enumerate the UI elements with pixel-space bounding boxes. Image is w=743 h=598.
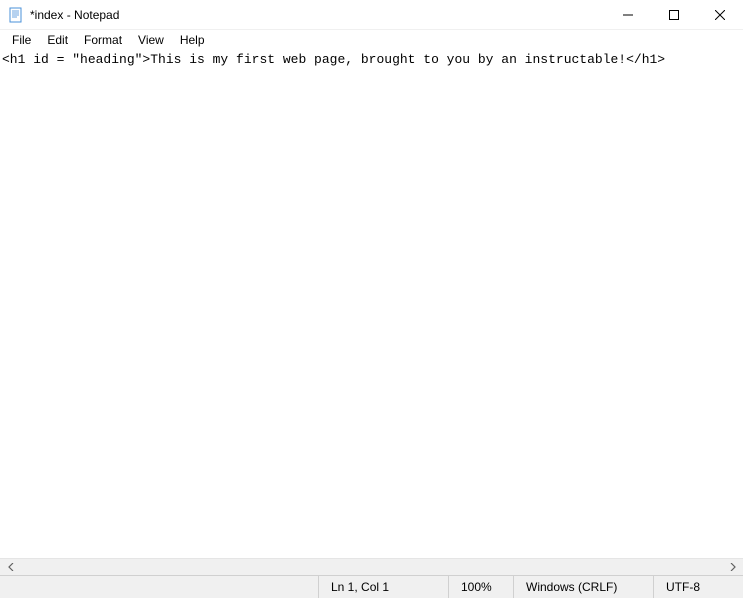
notepad-icon <box>8 7 24 23</box>
window-title: *index - Notepad <box>30 8 605 22</box>
menubar: File Edit Format View Help <box>0 30 743 50</box>
menu-view[interactable]: View <box>130 31 172 49</box>
window-controls <box>605 0 743 29</box>
menu-format[interactable]: Format <box>76 31 130 49</box>
status-zoom: 100% <box>448 576 513 598</box>
menu-edit[interactable]: Edit <box>39 31 76 49</box>
scroll-left-icon[interactable] <box>2 560 19 575</box>
text-editor[interactable]: <h1 id = "heading">This is my first web … <box>0 50 743 558</box>
minimize-button[interactable] <box>605 0 651 30</box>
maximize-button[interactable] <box>651 0 697 30</box>
titlebar: *index - Notepad <box>0 0 743 30</box>
statusbar: Ln 1, Col 1 100% Windows (CRLF) UTF-8 <box>0 575 743 598</box>
menu-file[interactable]: File <box>4 31 39 49</box>
horizontal-scrollbar[interactable] <box>0 558 743 575</box>
status-cursor-position: Ln 1, Col 1 <box>318 576 448 598</box>
scroll-right-icon[interactable] <box>724 560 741 575</box>
menu-help[interactable]: Help <box>172 31 213 49</box>
status-encoding: UTF-8 <box>653 576 743 598</box>
close-button[interactable] <box>697 0 743 30</box>
status-line-ending: Windows (CRLF) <box>513 576 653 598</box>
